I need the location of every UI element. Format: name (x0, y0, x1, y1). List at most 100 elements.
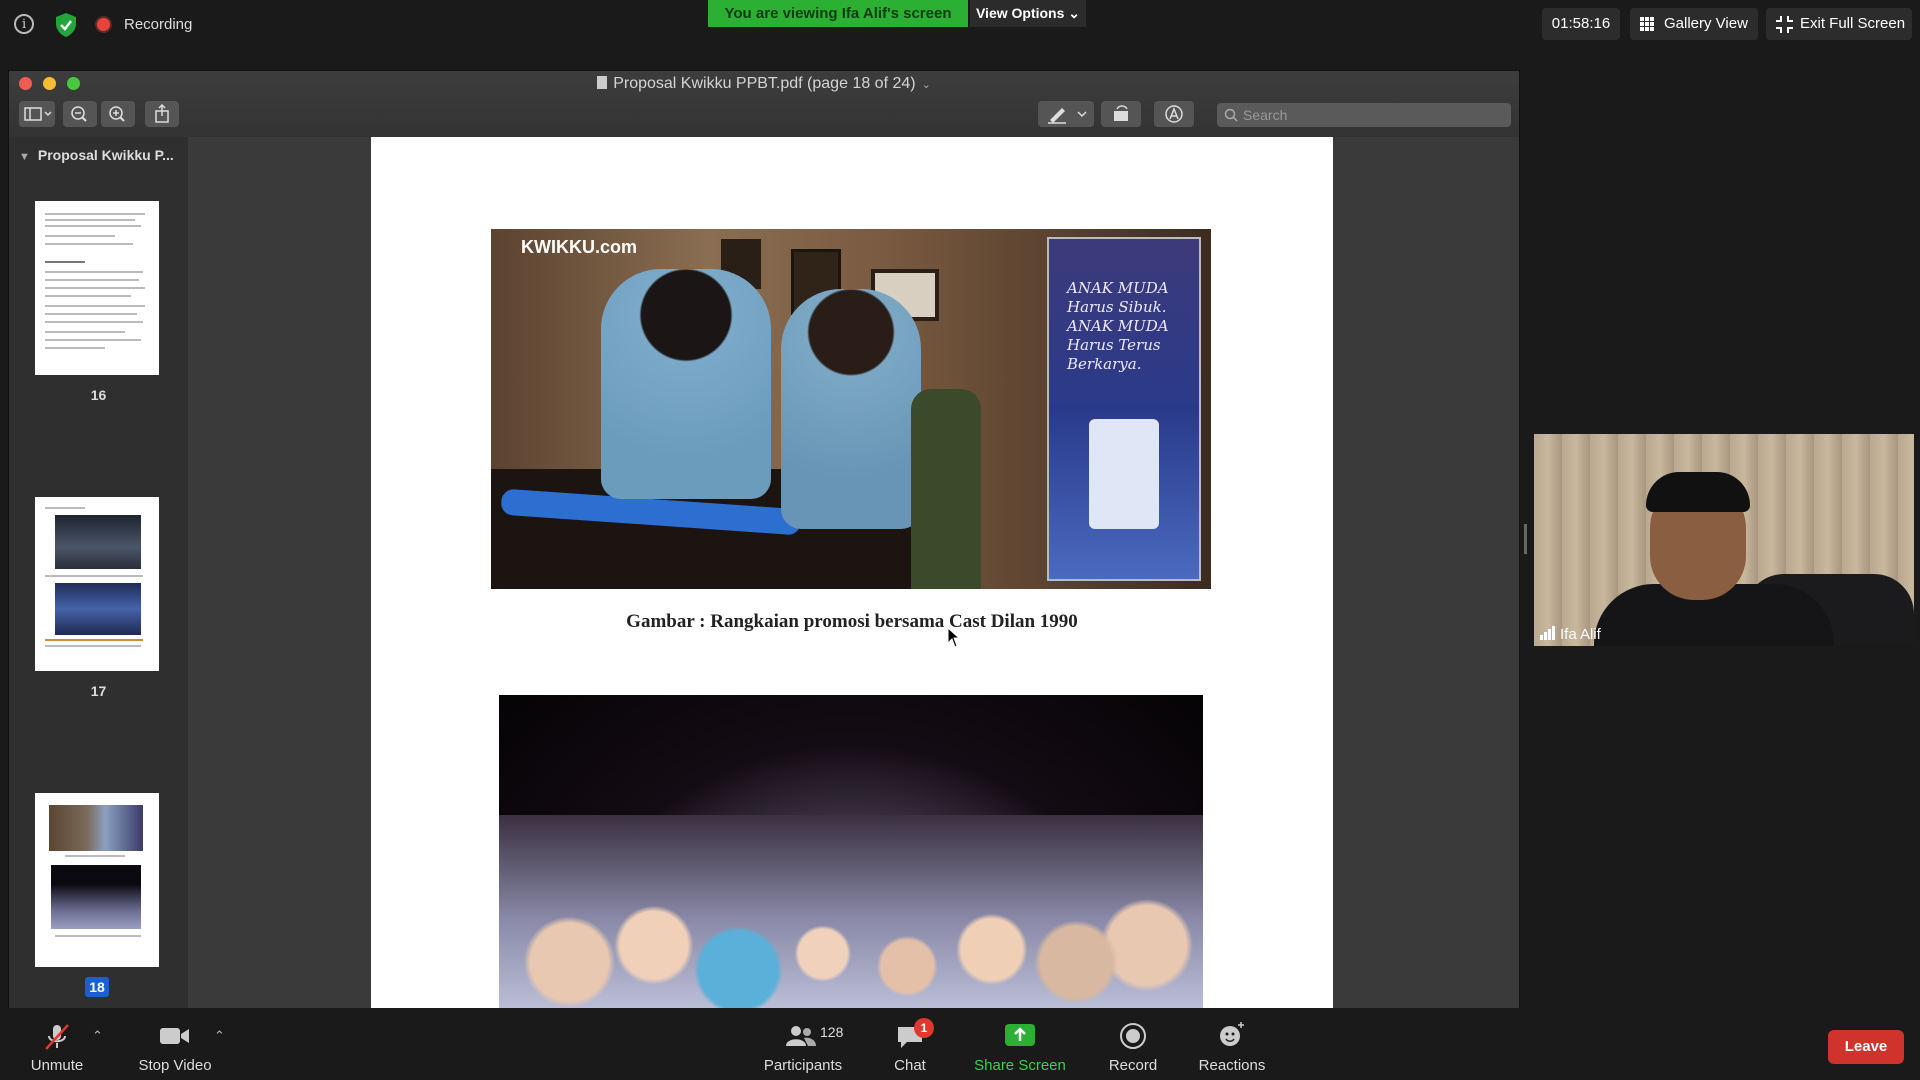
thumbnail-image (55, 515, 141, 569)
thumbnail-sidebar: ▼ Proposal Kwikku P... 16 17 18 (9, 137, 188, 1009)
text-line (45, 271, 143, 273)
reactions-button[interactable]: Reactions (1190, 1008, 1274, 1080)
markup-pen-button[interactable] (1038, 101, 1094, 127)
audio-options-caret-icon[interactable]: ⌃ (92, 1028, 103, 1044)
promo-banner: ANAK MUDA Harus Sibuk. ANAK MUDA Harus T… (1047, 237, 1201, 581)
text-line (45, 295, 131, 297)
chevron-down-icon: ⌄ (921, 79, 931, 91)
shield-icon[interactable] (54, 12, 78, 38)
viewing-screen-banner: You are viewing Ifa Alif's screen (708, 0, 968, 27)
text-line (45, 305, 145, 307)
annotate-button[interactable] (1154, 101, 1194, 127)
unmute-button[interactable]: Unmute (20, 1008, 94, 1080)
text-line (45, 331, 125, 333)
record-button[interactable]: Record (1098, 1008, 1168, 1080)
reactions-label: Reactions (1198, 1057, 1266, 1074)
video-camera-icon (160, 1028, 189, 1044)
share-icon (155, 103, 169, 123)
text-line (45, 213, 145, 215)
promo-photo-dilan-cast: KWIKKU.com ANAK MUDA Harus Sibuk. ANAK M… (491, 229, 1211, 589)
window-titlebar: Proposal Kwikku PPBT.pdf (page 18 of 24)… (9, 71, 1519, 137)
banner-phone (1089, 419, 1159, 529)
text-line (45, 575, 143, 577)
leave-meeting-button[interactable]: Leave (1828, 1030, 1904, 1064)
document-title-text: Proposal Kwikku PPBT.pdf (page 18 of 24) (613, 75, 916, 92)
view-options-button[interactable]: View Options ⌄ (970, 0, 1086, 27)
sidebar-icon (24, 107, 52, 121)
thumbnail-image (51, 865, 141, 929)
page-thumbnail-18[interactable] (35, 793, 159, 967)
text-line (45, 321, 143, 323)
signal-strength-icon (1540, 626, 1555, 640)
gallery-view-button[interactable]: Gallery View (1630, 8, 1758, 40)
participants-icon (786, 1026, 816, 1046)
meeting-topbar: Recording You are viewing Ifa Alif's scr… (0, 0, 1920, 50)
text-line (45, 313, 137, 315)
rotate-button[interactable] (1101, 101, 1141, 127)
text-line (45, 243, 133, 245)
video-options-caret-icon[interactable]: ⌃ (214, 1028, 225, 1044)
record-label: Record (1108, 1057, 1158, 1074)
sidebar-document-title: Proposal Kwikku P... (37, 147, 174, 163)
exit-fullscreen-button[interactable]: Exit Full Screen (1766, 8, 1912, 40)
muted-microphone-icon (45, 1024, 69, 1050)
figure-caption: Gambar : Rangkaian promosi bersama Cast … (626, 611, 1078, 632)
share-button[interactable] (145, 101, 179, 127)
disclosure-triangle-icon: ▼ (19, 151, 30, 163)
person-left (601, 269, 771, 499)
chat-unread-badge: 1 (914, 1018, 934, 1038)
chat-button[interactable]: 1 Chat (880, 1008, 940, 1080)
exit-fullscreen-label: Exit Full Screen (1800, 15, 1906, 32)
participant-hair (1646, 472, 1750, 512)
pen-icon (1048, 108, 1087, 124)
markup-icon (1165, 105, 1183, 123)
audience-group-photo (499, 695, 1203, 1009)
participants-label: Participants (763, 1057, 843, 1074)
pdf-page: KWIKKU.com ANAK MUDA Harus Sibuk. ANAK M… (371, 137, 1333, 1009)
participant-name-tag: Ifa Alif (1540, 626, 1601, 643)
grid-icon (1640, 17, 1655, 32)
zoom-in-icon (109, 106, 125, 122)
participant-video-tile[interactable]: Ifa Alif (1534, 434, 1914, 646)
stop-video-button[interactable]: Stop Video (130, 1008, 220, 1080)
search-placeholder: Search (1243, 107, 1288, 123)
page-thumbnail-16[interactable] (35, 201, 159, 375)
logo-text: KWIKKU.com (521, 237, 637, 257)
exit-fullscreen-icon (1776, 16, 1793, 33)
text-line (45, 219, 135, 221)
banner-text: ANAK MUDA Harus Sibuk. ANAK MUDA Harus T… (1067, 279, 1169, 373)
page-number-17: 17 (90, 683, 107, 699)
pdf-viewer-window: Proposal Kwikku PPBT.pdf (page 18 of 24)… (8, 70, 1520, 1010)
page-number-18-selected: 18 (85, 977, 109, 997)
recording-label: Recording (124, 16, 193, 33)
participant-name: Ifa Alif (1560, 626, 1601, 643)
zoom-in-button[interactable] (101, 101, 135, 127)
participants-button[interactable]: 128 Participants (758, 1008, 848, 1080)
sidebar-toggle-button[interactable] (19, 101, 55, 127)
person-right (781, 289, 921, 529)
document-title[interactable]: Proposal Kwikku PPBT.pdf (page 18 of 24)… (9, 75, 1519, 93)
document-viewer[interactable]: KWIKKU.com ANAK MUDA Harus Sibuk. ANAK M… (189, 137, 1519, 1009)
text-line (45, 347, 105, 349)
thumbnail-image (49, 805, 143, 851)
pdf-search-field[interactable]: Search (1217, 103, 1511, 127)
text-line (45, 279, 139, 281)
text-line (45, 507, 85, 509)
sidebar-document-header[interactable]: ▼ Proposal Kwikku P... (19, 147, 174, 163)
share-screen-button[interactable]: Share Screen (970, 1008, 1070, 1080)
recording-icon (97, 18, 110, 31)
zoom-out-button[interactable] (63, 101, 97, 127)
text-line (45, 235, 115, 237)
info-icon[interactable] (14, 14, 34, 34)
gallery-view-label: Gallery View (1664, 15, 1748, 32)
page-thumbnail-17[interactable] (35, 497, 159, 671)
text-line (45, 645, 141, 647)
chat-label: Chat (894, 1057, 926, 1074)
split-drag-handle[interactable] (1524, 524, 1527, 554)
text-line (65, 855, 125, 857)
share-screen-label: Share Screen (974, 1057, 1066, 1074)
unmute-label: Unmute (30, 1057, 84, 1074)
record-icon (1120, 1023, 1146, 1049)
crowd (499, 815, 1203, 1009)
text-line (45, 339, 141, 341)
